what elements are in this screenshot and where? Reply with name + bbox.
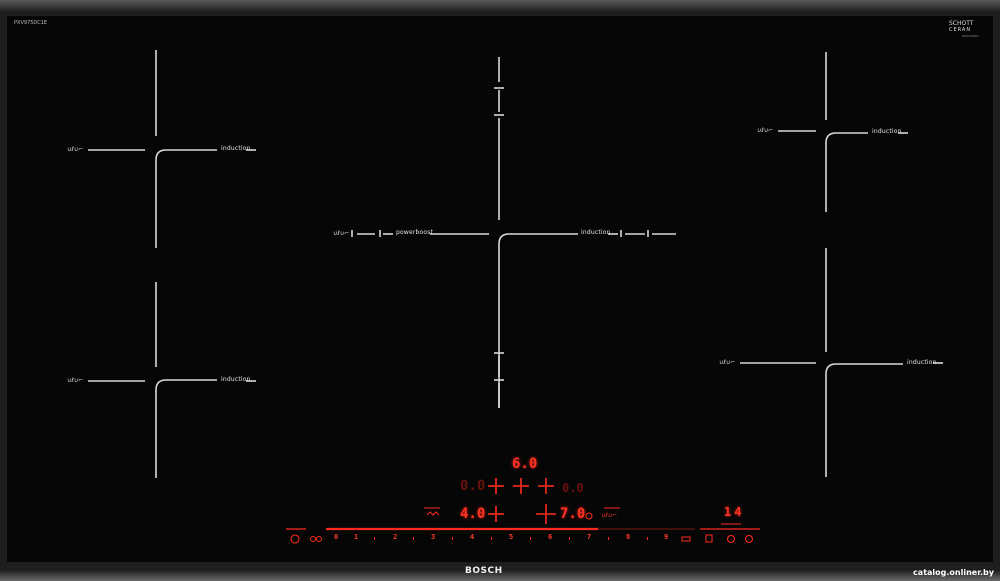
right-dim-display: 0.0 — [562, 481, 584, 495]
bosch-logo: BOSCH — [465, 566, 503, 576]
left-dim-display: 0.0 — [460, 478, 486, 494]
watermark: catalog.onliner.by — [913, 568, 994, 577]
top-power-display: 6.0 — [512, 456, 538, 472]
slider-level-2[interactable]: 2 — [393, 533, 397, 541]
left-power-display: 4.0 — [460, 506, 486, 522]
right-power-display: 7.0 — [560, 506, 586, 522]
slider-level-8[interactable]: 8 — [626, 533, 630, 541]
slider-level-5[interactable]: 5 — [509, 533, 513, 541]
slider-level-0[interactable]: 0 — [334, 533, 338, 541]
slider-level-4[interactable]: 4 — [470, 533, 474, 541]
slider-level-9[interactable]: 9 — [664, 533, 668, 541]
timer-display: 14 — [724, 505, 745, 519]
slider-level-7[interactable]: 7 — [587, 533, 591, 541]
zone-select-icon[interactable]: ∪ℓ∪⌐ — [601, 512, 617, 519]
slider-level-6[interactable]: 6 — [548, 533, 552, 541]
slider-level-1[interactable]: 1 — [354, 533, 358, 541]
slider-level-3[interactable]: 3 — [431, 533, 435, 541]
control-panel-graphics — [286, 478, 760, 544]
